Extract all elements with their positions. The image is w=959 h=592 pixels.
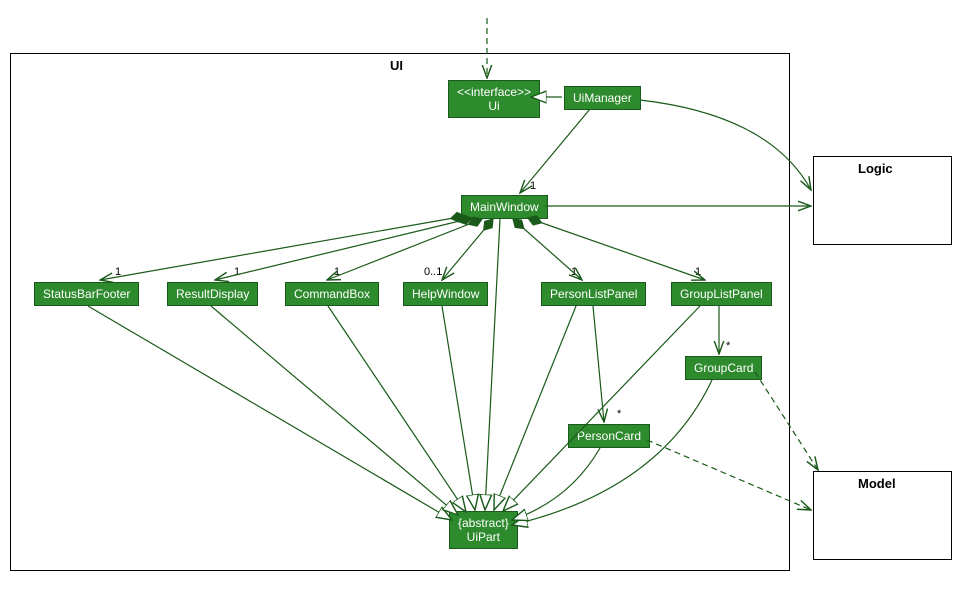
- mult-resultdisplay: 1: [234, 266, 240, 278]
- package-model-label: Model: [858, 476, 896, 491]
- class-helpwindow: HelpWindow: [403, 282, 488, 306]
- mult-helpwindow: 0..1: [424, 266, 442, 278]
- mult-personlistpanel: 1: [571, 266, 577, 278]
- personlistpanel-name: PersonListPanel: [550, 287, 637, 301]
- personcard-name: PersonCard: [577, 429, 641, 443]
- ui-stereotype: <<interface>>: [457, 85, 531, 99]
- mult-personcard: *: [617, 408, 621, 420]
- uipart-stereotype: {abstract}: [458, 516, 509, 530]
- package-ui-label: UI: [390, 58, 403, 73]
- class-mainwindow: MainWindow: [461, 195, 548, 219]
- class-personcard: PersonCard: [568, 424, 650, 448]
- mult-grouplistpanel: 1: [695, 266, 701, 278]
- statusbarfooter-name: StatusBarFooter: [43, 287, 130, 301]
- class-grouplistpanel: GroupListPanel: [671, 282, 772, 306]
- class-uimanager: UiManager: [564, 86, 641, 110]
- uipart-name: UiPart: [458, 530, 509, 544]
- mult-groupcard: *: [726, 340, 730, 352]
- mainwindow-name: MainWindow: [470, 200, 539, 214]
- mult-commandbox: 1: [334, 266, 340, 278]
- class-personlistpanel: PersonListPanel: [541, 282, 646, 306]
- groupcard-name: GroupCard: [694, 361, 753, 375]
- grouplistpanel-name: GroupListPanel: [680, 287, 763, 301]
- class-groupcard: GroupCard: [685, 356, 762, 380]
- ui-name: Ui: [457, 99, 531, 113]
- package-logic-label: Logic: [858, 161, 893, 176]
- helpwindow-name: HelpWindow: [412, 287, 479, 301]
- class-resultdisplay: ResultDisplay: [167, 282, 258, 306]
- class-ui-interface: <<interface>> Ui: [448, 80, 540, 118]
- commandbox-name: CommandBox: [294, 287, 370, 301]
- mult-statusbarfooter: 1: [115, 266, 121, 278]
- resultdisplay-name: ResultDisplay: [176, 287, 249, 301]
- class-commandbox: CommandBox: [285, 282, 379, 306]
- mult-mainwindow: 1: [530, 180, 536, 192]
- class-statusbarfooter: StatusBarFooter: [34, 282, 139, 306]
- package-ui: [10, 53, 790, 571]
- uimanager-name: UiManager: [573, 91, 632, 105]
- class-uipart: {abstract} UiPart: [449, 511, 518, 549]
